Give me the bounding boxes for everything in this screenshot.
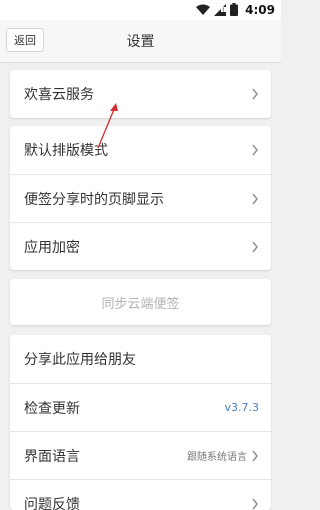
share-footer-label: 便签分享时的页脚显示	[24, 189, 251, 209]
version-value: v3.7.3	[225, 401, 260, 414]
app-lock-item[interactable]: 应用加密	[10, 222, 271, 270]
settings-group-display: 默认排版模式 便签分享时的页脚显示 应用加密	[10, 126, 271, 270]
header: 返回 设置	[0, 20, 281, 63]
chevron-right-icon	[251, 498, 259, 510]
share-footer-item[interactable]: 便签分享时的页脚显示	[10, 174, 271, 222]
check-update-label: 检查更新	[24, 398, 225, 418]
cloud-service-label: 欢喜云服务	[24, 84, 251, 104]
signal-icon: !	[214, 1, 226, 20]
battery-icon	[230, 1, 238, 20]
language-value: 跟随系统语言	[187, 448, 247, 463]
status-time: 4:09	[245, 3, 275, 17]
share-app-label: 分享此应用给朋友	[24, 349, 259, 369]
default-layout-item[interactable]: 默认排版模式	[10, 126, 271, 174]
status-bar: ! 4:09	[0, 0, 281, 20]
interface-language-item[interactable]: 界面语言 跟随系统语言	[10, 431, 271, 479]
sync-cloud-notes-button[interactable]: 同步云端便签	[10, 279, 271, 325]
feedback-label: 问题反馈	[24, 494, 251, 510]
feedback-item[interactable]: 问题反馈	[10, 479, 271, 510]
check-update-item[interactable]: 检查更新 v3.7.3	[10, 383, 271, 431]
wifi-icon	[196, 1, 210, 20]
status-icons: ! 4:09	[196, 2, 275, 18]
chevron-right-icon	[251, 88, 259, 100]
chevron-right-icon	[251, 193, 259, 205]
share-app-item[interactable]: 分享此应用给朋友	[10, 335, 271, 383]
chevron-right-icon	[251, 144, 259, 156]
app-lock-label: 应用加密	[24, 237, 251, 257]
cloud-service-item[interactable]: 欢喜云服务	[10, 70, 271, 118]
svg-text:!: !	[222, 7, 224, 14]
interface-language-label: 界面语言	[24, 446, 187, 466]
settings-group-cloud: 欢喜云服务	[10, 70, 271, 118]
default-layout-label: 默认排版模式	[24, 140, 251, 160]
settings-group-about: 分享此应用给朋友 检查更新 v3.7.3 界面语言 跟随系统语言 问题反馈	[10, 335, 271, 510]
chevron-right-icon	[251, 450, 259, 462]
page-title: 设置	[0, 31, 281, 51]
chevron-right-icon	[251, 241, 259, 253]
